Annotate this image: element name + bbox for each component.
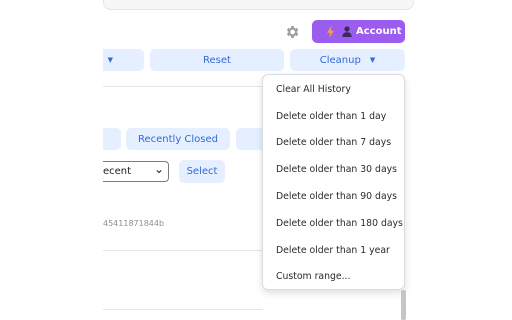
account-button[interactable]: Account bbox=[312, 20, 405, 43]
sort-select[interactable]: ecent ⌄ bbox=[103, 161, 169, 182]
gear-icon[interactable] bbox=[283, 23, 301, 41]
divider bbox=[103, 250, 263, 251]
reset-button[interactable]: Reset bbox=[150, 49, 284, 71]
divider bbox=[103, 86, 263, 87]
recently-closed-tab[interactable]: Recently Closed bbox=[126, 128, 230, 150]
menu-item-older-1-year[interactable]: Delete older than 1 year bbox=[263, 237, 404, 264]
menu-item-older-7-days[interactable]: Delete older than 7 days bbox=[263, 130, 404, 157]
reset-label: Reset bbox=[203, 54, 231, 66]
account-label: Account bbox=[356, 26, 402, 37]
divider bbox=[103, 309, 263, 310]
select-label: Select bbox=[186, 166, 218, 177]
menu-item-older-90-days[interactable]: Delete older than 90 days bbox=[263, 183, 404, 210]
menu-item-older-30-days[interactable]: Delete older than 30 days bbox=[263, 156, 404, 183]
scrollbar[interactable] bbox=[401, 290, 406, 320]
address-bar-edge bbox=[103, 0, 414, 10]
lightning-icon bbox=[327, 25, 334, 38]
chevron-down-icon: ▼ bbox=[107, 56, 113, 64]
partial-tab-button[interactable] bbox=[236, 128, 263, 150]
partial-tab-button[interactable] bbox=[103, 128, 121, 150]
chevron-down-icon: ▼ bbox=[369, 56, 376, 64]
cleanup-button[interactable]: Cleanup ▼ bbox=[290, 49, 405, 71]
menu-item-older-1-day[interactable]: Delete older than 1 day bbox=[263, 103, 404, 130]
history-entry-id: 45411871844b bbox=[103, 219, 165, 228]
sort-value: ecent bbox=[103, 166, 132, 177]
menu-item-custom-range[interactable]: Custom range... bbox=[263, 264, 404, 291]
recently-closed-label: Recently Closed bbox=[137, 133, 219, 145]
menu-item-older-180-days[interactable]: Delete older than 180 days bbox=[263, 210, 404, 237]
select-button[interactable]: Select bbox=[179, 160, 225, 183]
chevron-down-icon: ⌄ bbox=[153, 162, 164, 176]
partial-dropdown-button[interactable]: ▼ bbox=[103, 49, 144, 71]
menu-item-clear-all[interactable]: Clear All History bbox=[263, 76, 404, 103]
person-icon bbox=[342, 26, 352, 37]
cleanup-menu: Clear All History Delete older than 1 da… bbox=[262, 74, 405, 290]
cleanup-label: Cleanup bbox=[319, 54, 361, 66]
